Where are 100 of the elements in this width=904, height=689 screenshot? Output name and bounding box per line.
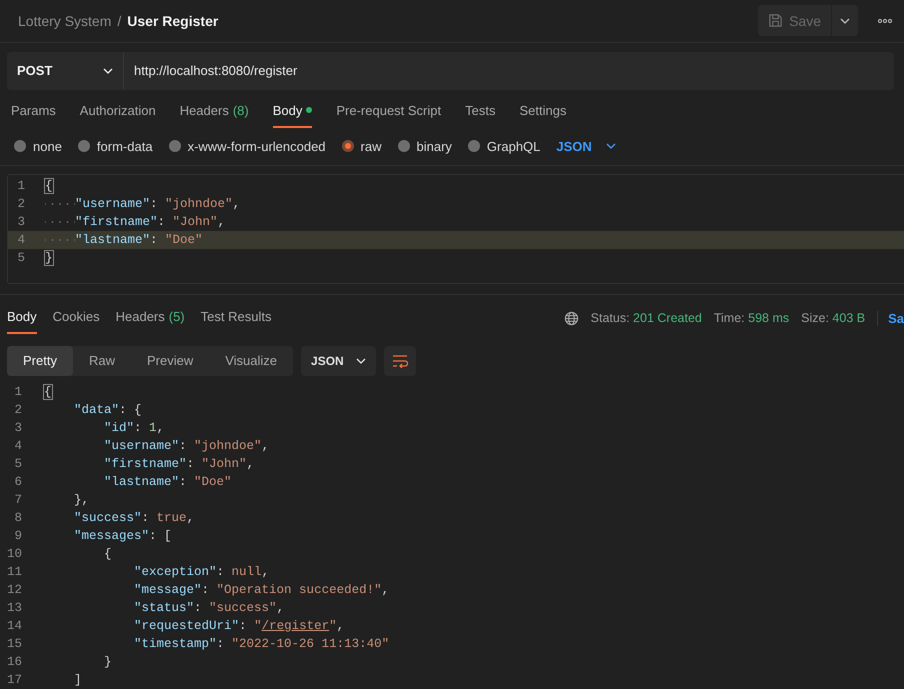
response-tab[interactable]: Cookies [52, 308, 100, 334]
line-number: 13 [6, 601, 23, 616]
code-token: "lastname" [75, 232, 150, 247]
code-token: : [134, 421, 143, 436]
line-number: 1 [16, 178, 26, 193]
response-tab[interactable]: Headers (5) [116, 308, 185, 334]
code-token: : [194, 601, 203, 616]
breadcrumb-link[interactable]: Lottery System [18, 12, 112, 29]
code-token: } [104, 655, 112, 670]
request-tab[interactable]: Authorization [80, 102, 156, 128]
line-number: 10 [6, 547, 23, 562]
code-token: : [186, 457, 196, 472]
code-token: : [ [149, 529, 172, 544]
body-type-radio[interactable]: GraphQL [468, 138, 540, 154]
code-token: : [216, 565, 226, 580]
code-token: , [246, 457, 254, 472]
code-token: "username" [104, 439, 180, 454]
request-tab[interactable]: Params [11, 102, 56, 128]
code-token: , [156, 421, 164, 436]
response-tab[interactable]: Test Results [200, 308, 272, 334]
code-token: , [262, 439, 270, 454]
code-token: : [158, 214, 166, 229]
code-token: ] [74, 673, 82, 688]
code-token: "success" [74, 511, 142, 526]
response-stat: Status: 201 Created [590, 311, 702, 326]
code-token: " [329, 619, 337, 634]
line-number: 1 [13, 385, 23, 400]
code-token: : [179, 439, 188, 454]
body-type-radio[interactable]: binary [398, 138, 452, 154]
line-number: 3 [13, 421, 23, 436]
code-token: : [239, 619, 248, 634]
chevron-down-icon [356, 358, 366, 364]
save-response-button[interactable]: Sa [877, 310, 904, 326]
view-mode-button[interactable]: Preview [130, 346, 210, 376]
response-stat: Time: 598 ms [714, 311, 790, 326]
body-type-radio[interactable]: form-data [78, 138, 153, 154]
code-link[interactable]: /register [262, 619, 330, 634]
response-format-dropdown[interactable]: JSON [301, 346, 376, 376]
code-token: "johndoe" [165, 196, 233, 211]
code-token: : [150, 196, 159, 211]
code-token: "Operation succeeded!" [216, 583, 382, 598]
line-number: 16 [6, 655, 23, 670]
line-number: 17 [6, 673, 23, 688]
request-tab[interactable]: Pre-request Script [336, 102, 442, 128]
line-number: 2 [16, 196, 26, 211]
more-icon [878, 18, 892, 23]
code-token: { [44, 385, 52, 400]
code-token: , [218, 214, 226, 229]
body-type-radio[interactable]: raw [342, 138, 382, 154]
code-token: "requestedUri" [134, 619, 240, 634]
code-token: " [254, 619, 262, 634]
wrap-lines-icon [392, 354, 408, 368]
code-token: "lastname" [104, 475, 180, 490]
code-token: "Doe" [165, 232, 203, 247]
code-token: "2022-10-26 11:13:40" [232, 637, 390, 652]
code-token: } [45, 250, 53, 265]
code-token: "firstname" [75, 214, 158, 229]
code-token: "username" [75, 196, 150, 211]
code-token: : [142, 511, 150, 526]
code-token: "firstname" [104, 457, 187, 472]
code-token: : { [119, 403, 142, 418]
line-number: 11 [6, 565, 23, 580]
request-title: User Register [127, 12, 218, 29]
code-token: , [232, 196, 240, 211]
request-tab[interactable]: Headers (8) [180, 102, 249, 128]
wrap-lines-button[interactable] [384, 346, 416, 376]
code-token: "messages" [74, 529, 150, 544]
code-token: , [186, 511, 194, 526]
request-body-editor[interactable]: 1 { 2 "username": "johndoe", 3 "firstname": "John", 4 "lastname": "Doe" 5 } [7, 174, 904, 284]
view-mode-button[interactable]: Visualize [209, 346, 294, 376]
request-tab[interactable]: Tests [465, 102, 496, 128]
body-type-radio[interactable]: none [14, 138, 62, 154]
chevron-down-icon [840, 18, 850, 24]
response-tab[interactable]: Body [7, 308, 37, 334]
code-token: "id" [104, 421, 134, 436]
code-token: "Doe" [194, 475, 232, 490]
chevron-down-icon [606, 143, 616, 150]
view-mode-button[interactable]: Pretty [7, 346, 73, 376]
code-token: { [45, 178, 53, 193]
format-dropdown[interactable]: JSON [556, 138, 616, 154]
line-number: 12 [6, 583, 23, 598]
globe-icon [564, 310, 579, 326]
code-token: { [104, 547, 112, 562]
more-options-button[interactable] [878, 18, 892, 23]
save-options-button[interactable] [832, 5, 858, 36]
line-number: 7 [13, 493, 23, 508]
line-number: 3 [16, 214, 26, 229]
code-token: : [150, 232, 159, 247]
line-number: 9 [13, 529, 23, 544]
code-token: , [262, 565, 270, 580]
line-number: 4 [16, 232, 26, 247]
method-dropdown[interactable]: POST [7, 52, 123, 90]
request-tab[interactable]: Settings [519, 102, 566, 128]
request-tab[interactable]: Body [272, 102, 312, 128]
code-token: "John" [172, 214, 218, 229]
url-field[interactable]: http://localhost:8080/register [123, 52, 894, 90]
code-token: , [336, 619, 344, 634]
view-mode-button[interactable]: Raw [72, 346, 131, 376]
body-type-radio[interactable]: x-www-form-urlencoded [168, 138, 326, 154]
line-number: 5 [13, 457, 23, 472]
